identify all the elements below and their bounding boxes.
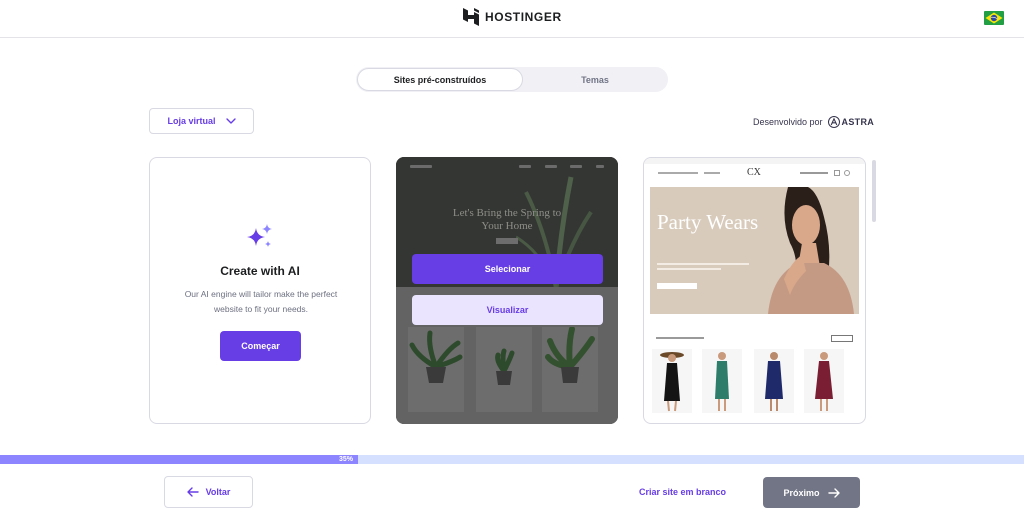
product-card bbox=[804, 349, 844, 413]
product-card bbox=[476, 327, 532, 412]
ai-card-title: Create with AI bbox=[220, 264, 300, 278]
arrow-right-icon bbox=[827, 487, 840, 498]
category-dropdown[interactable]: Loja virtual bbox=[149, 108, 254, 134]
template-party-cta bbox=[657, 283, 697, 289]
templates-scrollbar[interactable] bbox=[872, 160, 876, 222]
back-button-label: Voltar bbox=[205, 487, 231, 497]
template-card-plants[interactable]: Let's Bring the Spring to Your Home Sele… bbox=[396, 157, 618, 424]
product-card bbox=[408, 327, 464, 412]
progress-label: 35% bbox=[339, 456, 354, 463]
powered-by: Desenvolvido por ASTRA bbox=[753, 116, 874, 128]
template-cta-bar bbox=[496, 238, 518, 244]
back-button[interactable]: Voltar bbox=[164, 476, 253, 508]
progress-bar: 35% bbox=[0, 455, 1024, 464]
site-type-tabs: Sites pré-construídos Temas bbox=[356, 67, 668, 92]
template-party-headline: Party Wears bbox=[657, 210, 759, 234]
powered-by-label: Desenvolvido por bbox=[753, 117, 823, 127]
template-plants-headline: Let's Bring the Spring to Your Home bbox=[452, 207, 562, 232]
product-card bbox=[702, 349, 742, 413]
brand-name: HOSTINGER bbox=[485, 10, 562, 24]
select-template-button[interactable]: Selecionar bbox=[412, 254, 603, 284]
sparkles-icon bbox=[245, 224, 275, 257]
brazil-flag-icon[interactable] bbox=[984, 11, 1004, 25]
product-card bbox=[652, 349, 692, 413]
create-with-ai-card[interactable]: Create with AI Our AI engine will tailor… bbox=[149, 157, 371, 424]
next-button-label: Próximo bbox=[783, 487, 820, 498]
astra-logo: ASTRA bbox=[827, 116, 875, 128]
astra-brand: ASTRA bbox=[841, 117, 875, 127]
chevron-down-icon bbox=[225, 118, 236, 124]
tab-themes[interactable]: Temas bbox=[524, 68, 666, 91]
hostinger-logo-icon bbox=[463, 8, 479, 26]
top-bar: HOSTINGER bbox=[0, 0, 1024, 38]
product-card bbox=[542, 326, 598, 412]
template-section-title bbox=[656, 337, 704, 339]
template-announcement-bar bbox=[644, 158, 865, 164]
model-portrait-illustration bbox=[758, 187, 859, 314]
template-logo: CX bbox=[747, 167, 761, 178]
tab-prebuilt-sites[interactable]: Sites pré-construídos bbox=[357, 68, 523, 91]
template-party-subtext bbox=[657, 263, 749, 273]
preview-template-button[interactable]: Visualizar bbox=[412, 295, 603, 325]
arrow-left-icon bbox=[186, 487, 199, 497]
template-section-button bbox=[831, 335, 853, 342]
template-card-party-wears[interactable]: CX Party Wears bbox=[643, 157, 866, 424]
template-preview-party-wears: Party Wears bbox=[650, 187, 859, 314]
product-card bbox=[754, 349, 794, 413]
astra-logo-icon bbox=[827, 116, 840, 128]
progress-bar-fill bbox=[0, 455, 359, 464]
start-ai-button[interactable]: Começar bbox=[220, 331, 301, 361]
create-blank-site-link[interactable]: Criar site em branco bbox=[639, 487, 726, 497]
template-nav-bar bbox=[410, 165, 604, 169]
next-button[interactable]: Próximo bbox=[763, 477, 860, 508]
hostinger-logo[interactable]: HOSTINGER bbox=[463, 8, 562, 26]
category-dropdown-value: Loja virtual bbox=[167, 116, 216, 126]
ai-card-description: Our AI engine will tailor make the perfe… bbox=[184, 289, 338, 314]
